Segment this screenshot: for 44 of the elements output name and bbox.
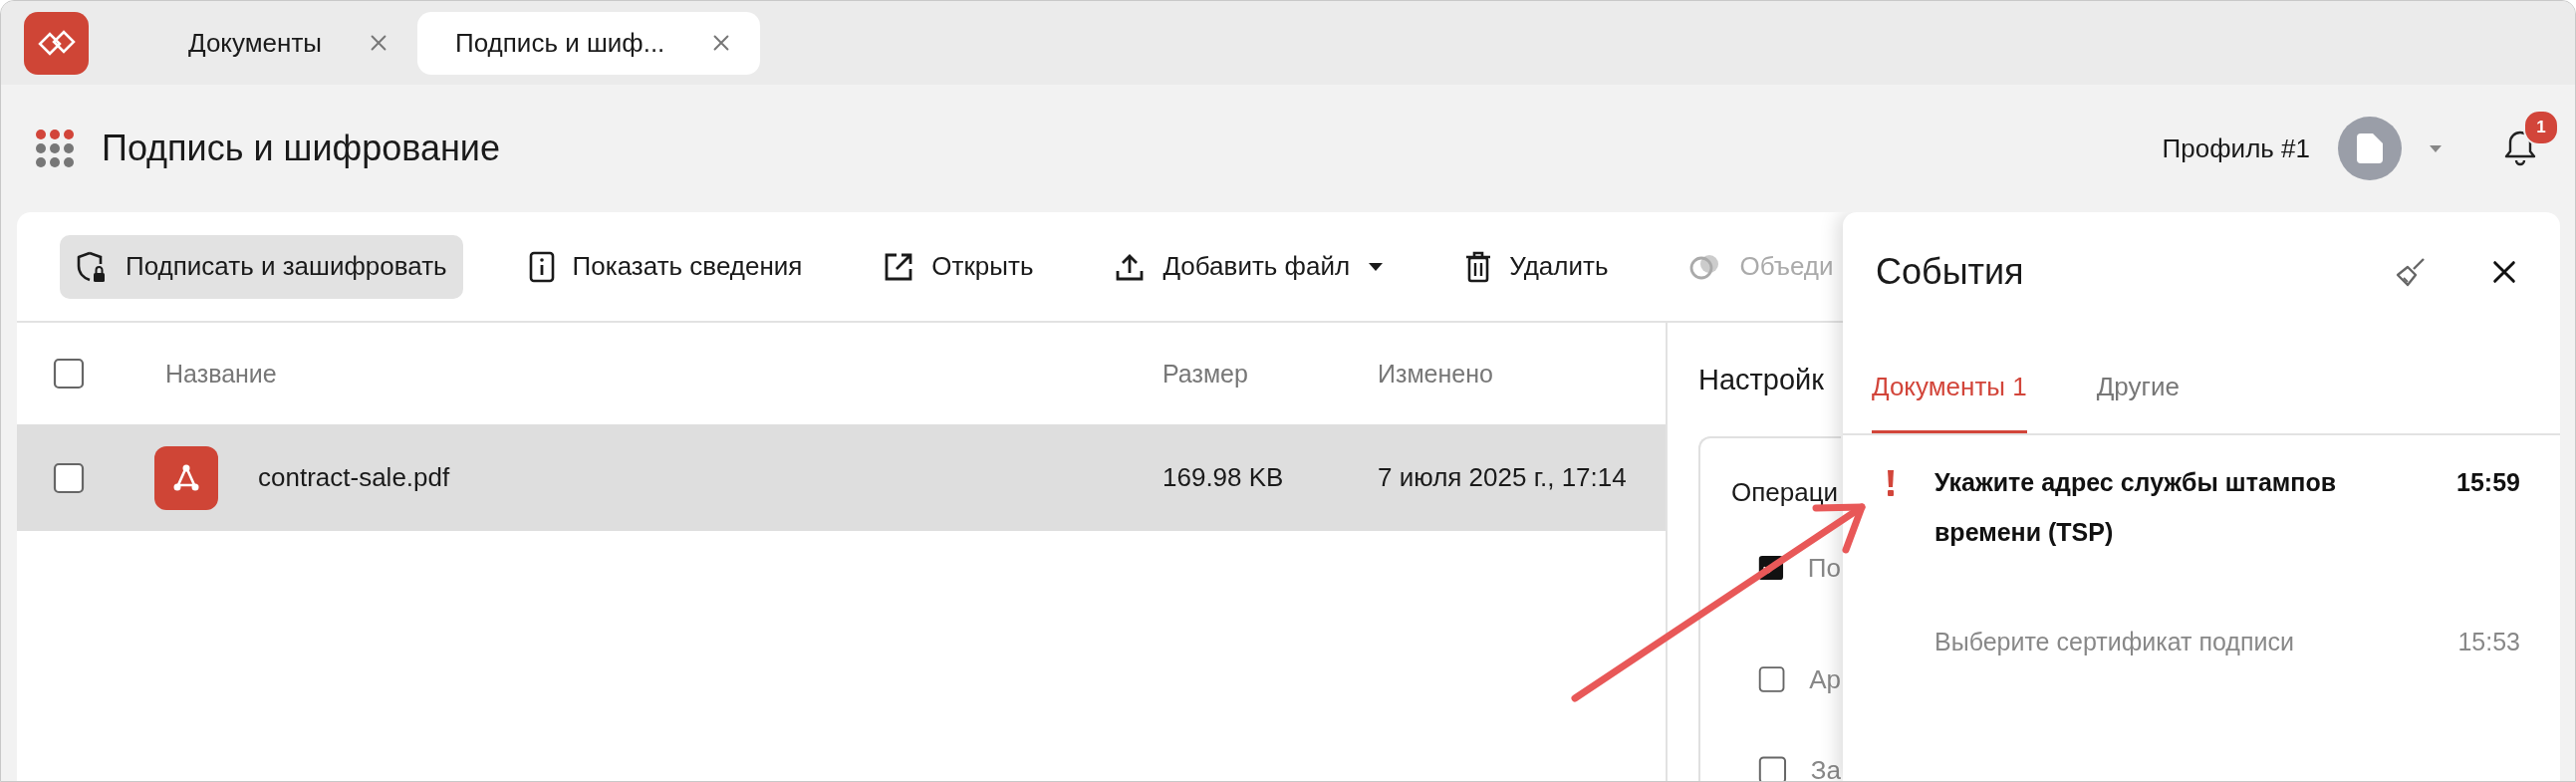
info-icon [528,250,555,283]
option-checkbox[interactable] [1758,663,1786,695]
table-row[interactable]: contract-sale.pdf 169.98 KB 7 июля 2025 г., 17:14 [17,424,1666,531]
tab[interactable]: Документы 1 [1872,330,2027,433]
select-all-checkbox[interactable] [53,358,85,390]
toolbar-button[interactable]: Показать сведения [512,234,819,299]
broom-icon[interactable] [2395,256,2427,288]
toolbar-button[interactable]: Подписать и зашифровать [60,234,463,299]
option-label: Ар [1809,663,1841,695]
column-header[interactable]: Название [154,359,1162,389]
file-name: contract-sale.pdf [258,462,450,493]
option-label: По [1807,552,1841,584]
tab[interactable]: Другие [2096,330,2180,433]
panel-title: События [1876,251,2025,293]
panel-title: Настройк [1698,363,1825,397]
file-size: 169.98 KB [1162,462,1285,493]
toolbar-button[interactable]: Добавить файл [1099,234,1401,299]
event-time: 15:53 [2456,627,2520,657]
row-checkbox[interactable] [53,461,85,494]
app-grid-icon[interactable] [36,130,74,167]
option-label: За [1810,754,1841,781]
page-title: Подпись и шифрование [102,128,501,169]
profile-name[interactable]: Профиль #1 [2162,132,2310,164]
external-link-icon [884,251,914,282]
tab[interactable]: Подпись и шиф... [417,11,761,75]
shield-lock-icon [76,249,108,284]
option-checkbox[interactable] [1758,754,1787,781]
event-message[interactable]: Укажите адрес службы штампов времени (TSP) [1934,457,2421,595]
event-message[interactable]: Выберите сертификат подписи [1934,617,2421,666]
event-time: 15:59 [2455,467,2520,498]
notification-badge: 1 [2523,110,2559,145]
column-header[interactable]: Размер [1162,359,1370,389]
column-header[interactable]: Изменено [1370,359,1666,389]
bell-icon[interactable] [2503,130,2537,167]
caret-icon[interactable] [2428,143,2444,153]
toolbar-button[interactable]: Удалить [1449,234,1625,299]
trash-icon [1465,250,1492,283]
pdf-file-icon [154,445,218,510]
app-logo [24,11,89,75]
modified-date: 7 июля 2025 г., 17:14 [1377,462,1628,493]
tab[interactable]: Документы [150,11,418,75]
section-title: Операци [1731,476,1840,509]
alert-icon [1887,470,1895,496]
toolbar-button[interactable]: Открыть [868,234,1050,299]
